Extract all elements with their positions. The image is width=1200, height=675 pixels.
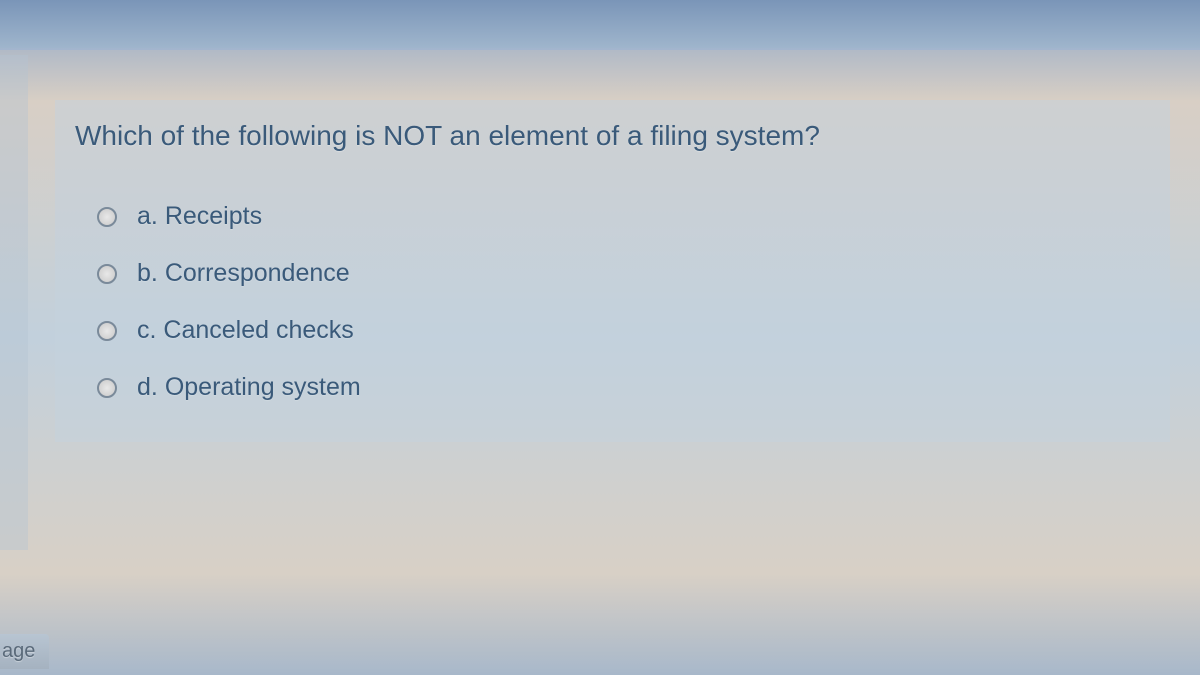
option-text: Canceled checks: [163, 316, 353, 344]
option-letter: d.: [137, 373, 158, 401]
page-button[interactable]: age: [0, 634, 49, 669]
top-bar: [0, 0, 1200, 50]
radio-icon[interactable]: [97, 264, 117, 284]
side-marker: [0, 55, 28, 550]
option-text: Operating system: [165, 373, 361, 401]
radio-icon[interactable]: [97, 207, 117, 227]
option-letter: a.: [137, 202, 158, 230]
option-row-b[interactable]: b. Correspondence: [97, 259, 1150, 288]
question-text: Which of the following is NOT an element…: [75, 120, 1150, 152]
option-letter: c.: [137, 316, 156, 344]
option-label[interactable]: b. Correspondence: [137, 259, 350, 288]
option-row-a[interactable]: a. Receipts: [97, 202, 1150, 231]
radio-icon[interactable]: [97, 378, 117, 398]
radio-icon[interactable]: [97, 321, 117, 341]
option-letter: b.: [137, 259, 158, 287]
option-label[interactable]: d. Operating system: [137, 373, 361, 402]
question-container: Which of the following is NOT an element…: [55, 100, 1170, 442]
options-list: a. Receipts b. Correspondence c. Cancele…: [75, 202, 1150, 402]
option-label[interactable]: c. Canceled checks: [137, 316, 354, 345]
option-label[interactable]: a. Receipts: [137, 202, 262, 231]
option-row-d[interactable]: d. Operating system: [97, 373, 1150, 402]
option-text: Receipts: [165, 202, 262, 230]
option-text: Correspondence: [165, 259, 350, 287]
option-row-c[interactable]: c. Canceled checks: [97, 316, 1150, 345]
